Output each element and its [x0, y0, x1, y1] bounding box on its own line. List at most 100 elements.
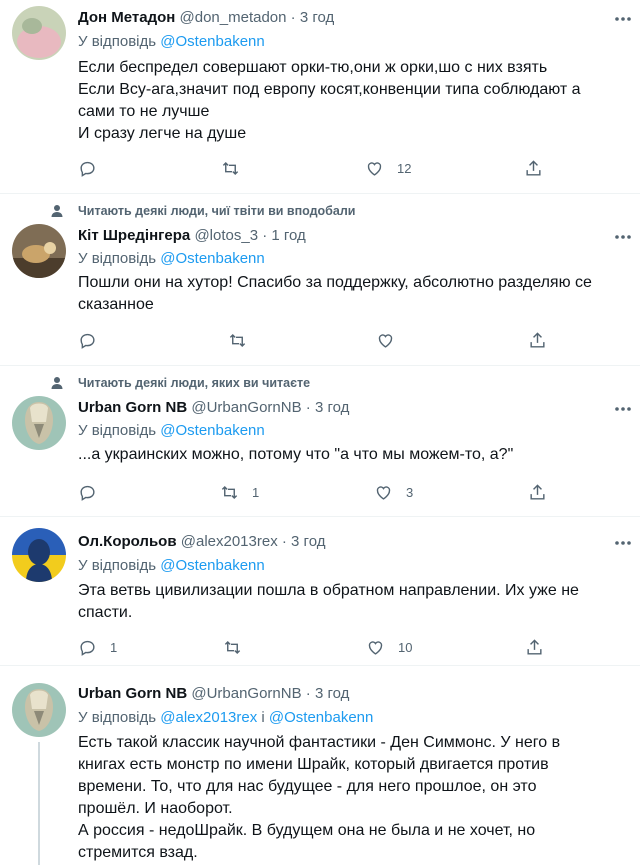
avatar[interactable] — [12, 6, 66, 60]
reply-icon — [80, 640, 95, 656]
reply-button[interactable]: 1 — [78, 637, 117, 657]
timestamp[interactable]: 3 год — [300, 9, 334, 26]
avatar[interactable] — [12, 683, 66, 737]
like-count: 10 — [398, 639, 413, 655]
reply-prefix: У відповідь — [78, 557, 161, 574]
tweet-text: Если беспредел совершают орки-тю,они ж о… — [78, 57, 628, 145]
separator-dot: · — [305, 399, 311, 416]
reply-button[interactable] — [78, 330, 110, 350]
tweet-line: И сразу легче на душе — [78, 125, 247, 142]
reply-join: і — [257, 709, 269, 726]
display-name[interactable]: Urban Gorn NB — [78, 685, 187, 702]
tweet-1[interactable]: Дон Метадон @don_metadon · 3 год У відпо… — [0, 0, 640, 193]
tweet-line: Пошли они на хутор! Спасибо за поддержку… — [78, 274, 592, 291]
heart-icon — [378, 333, 393, 348]
like-button[interactable] — [376, 330, 408, 350]
share-button[interactable] — [525, 637, 544, 657]
tweet-5[interactable]: Urban Gorn NB @UrbanGornNB · 3 год У від… — [0, 666, 640, 865]
retweet-button[interactable] — [228, 330, 260, 350]
share-icon — [527, 638, 542, 655]
user-handle[interactable]: @UrbanGornNB — [191, 685, 301, 702]
display-name[interactable]: Ол.Корольов — [78, 533, 177, 550]
display-name[interactable]: Urban Gorn NB — [78, 399, 187, 416]
reply-button[interactable] — [78, 482, 110, 502]
tweet-header: Кіт Шредінгера @lotos_3 · 1 год — [78, 227, 306, 244]
share-button[interactable] — [528, 330, 547, 350]
retweet-icon — [222, 161, 239, 175]
reply-prefix: У відповідь — [78, 422, 161, 439]
share-button[interactable] — [524, 158, 543, 178]
tweet-line: времени. То, что для нас будущее - для н… — [78, 778, 537, 795]
display-name[interactable]: Дон Метадон — [78, 9, 175, 26]
user-handle[interactable]: @lotos_3 — [194, 227, 258, 244]
reply-icon — [80, 333, 95, 349]
reply-icon — [80, 485, 95, 501]
tweet-line: Если Всу-ага,значит под европу косят,кон… — [78, 81, 581, 98]
timestamp[interactable]: 3 год — [315, 685, 349, 702]
heart-icon — [367, 161, 382, 176]
separator-dot: · — [262, 227, 268, 244]
tweet-text: ...а украинских можно, потому что "а что… — [78, 444, 628, 466]
retweet-button[interactable] — [223, 637, 255, 657]
like-button[interactable]: 3 — [374, 482, 413, 502]
more-options-icon[interactable] — [612, 10, 634, 28]
retweet-button[interactable]: 1 — [220, 482, 259, 502]
social-context: Читають деякі люди, чиї твіти ви вподоба… — [78, 204, 356, 218]
tweet-line: Есть такой классик научной фантастики - … — [78, 734, 561, 751]
retweet-button[interactable] — [221, 158, 253, 178]
retweet-icon — [224, 640, 241, 654]
tweet-line: ...а украинских можно, потому что "а что… — [78, 446, 514, 463]
retweet-icon — [221, 485, 238, 499]
tweet-line: Если беспредел совершают орки-тю,они ж о… — [78, 59, 548, 76]
tweet-line: спасти. — [78, 604, 133, 621]
reply-count: 1 — [110, 639, 118, 655]
heart-icon — [376, 485, 391, 500]
timestamp[interactable]: 3 год — [315, 399, 349, 416]
tweet-line: стремится взад. — [78, 844, 198, 861]
avatar[interactable] — [12, 528, 66, 582]
tweet-header: Ол.Корольов @alex2013rex · 3 год — [78, 533, 325, 550]
user-handle[interactable]: @UrbanGornNB — [191, 399, 301, 416]
thread-line — [38, 742, 40, 865]
reply-context: У відповідь @Ostenbakenn — [78, 422, 265, 439]
tweet-3[interactable]: Читають деякі люди, яких ви читаєте Urba… — [0, 366, 640, 516]
reply-button[interactable] — [78, 158, 110, 178]
like-button[interactable]: 12 — [365, 158, 411, 178]
separator-dot: · — [305, 685, 311, 702]
tweet-text: Эта ветвь цивилизации пошла в обратном н… — [78, 580, 628, 624]
separator-dot: · — [281, 533, 287, 550]
tweet-actions: 1 3 — [78, 482, 568, 502]
reply-mention-link[interactable]: @Ostenbakenn — [269, 709, 373, 726]
more-options-icon[interactable] — [612, 534, 634, 552]
reply-prefix: У відповідь — [78, 709, 161, 726]
reply-prefix: У відповідь — [78, 33, 161, 50]
user-handle[interactable]: @don_metadon — [180, 9, 287, 26]
reply-context: У відповідь @Ostenbakenn — [78, 557, 265, 574]
reply-context: У відповідь @alex2013rex і @Ostenbakenn — [78, 709, 373, 726]
reply-mention-link[interactable]: @Ostenbakenn — [160, 557, 264, 574]
reply-mention-link[interactable]: @Ostenbakenn — [160, 33, 264, 50]
display-name[interactable]: Кіт Шредінгера — [78, 227, 190, 244]
tweet-2[interactable]: Читають деякі люди, чиї твіти ви вподоба… — [0, 194, 640, 365]
user-handle[interactable]: @alex2013rex — [181, 533, 278, 550]
reply-mention-link[interactable]: @Ostenbakenn — [160, 250, 264, 267]
tweet-line: Эта ветвь цивилизации пошла в обратном н… — [78, 582, 579, 599]
reply-mention-link[interactable]: @alex2013rex — [160, 709, 257, 726]
reply-context: У відповідь @Ostenbakenn — [78, 33, 265, 50]
timestamp[interactable]: 3 год — [291, 533, 325, 550]
reply-icon — [80, 161, 95, 177]
person-icon — [50, 376, 64, 390]
person-icon — [50, 204, 64, 218]
more-options-icon[interactable] — [612, 228, 634, 246]
tweet-text: Есть такой классик научной фантастики - … — [78, 732, 628, 864]
avatar[interactable] — [12, 224, 66, 278]
avatar[interactable] — [12, 396, 66, 450]
share-button[interactable] — [528, 482, 547, 502]
timestamp[interactable]: 1 год — [271, 227, 305, 244]
tweet-4[interactable]: Ол.Корольов @alex2013rex · 3 год У відпо… — [0, 517, 640, 665]
retweet-icon — [229, 333, 246, 347]
reply-mention-link[interactable]: @Ostenbakenn — [160, 422, 264, 439]
social-context: Читають деякі люди, яких ви читаєте — [78, 376, 311, 390]
like-button[interactable]: 10 — [366, 637, 412, 657]
more-options-icon[interactable] — [612, 400, 634, 418]
